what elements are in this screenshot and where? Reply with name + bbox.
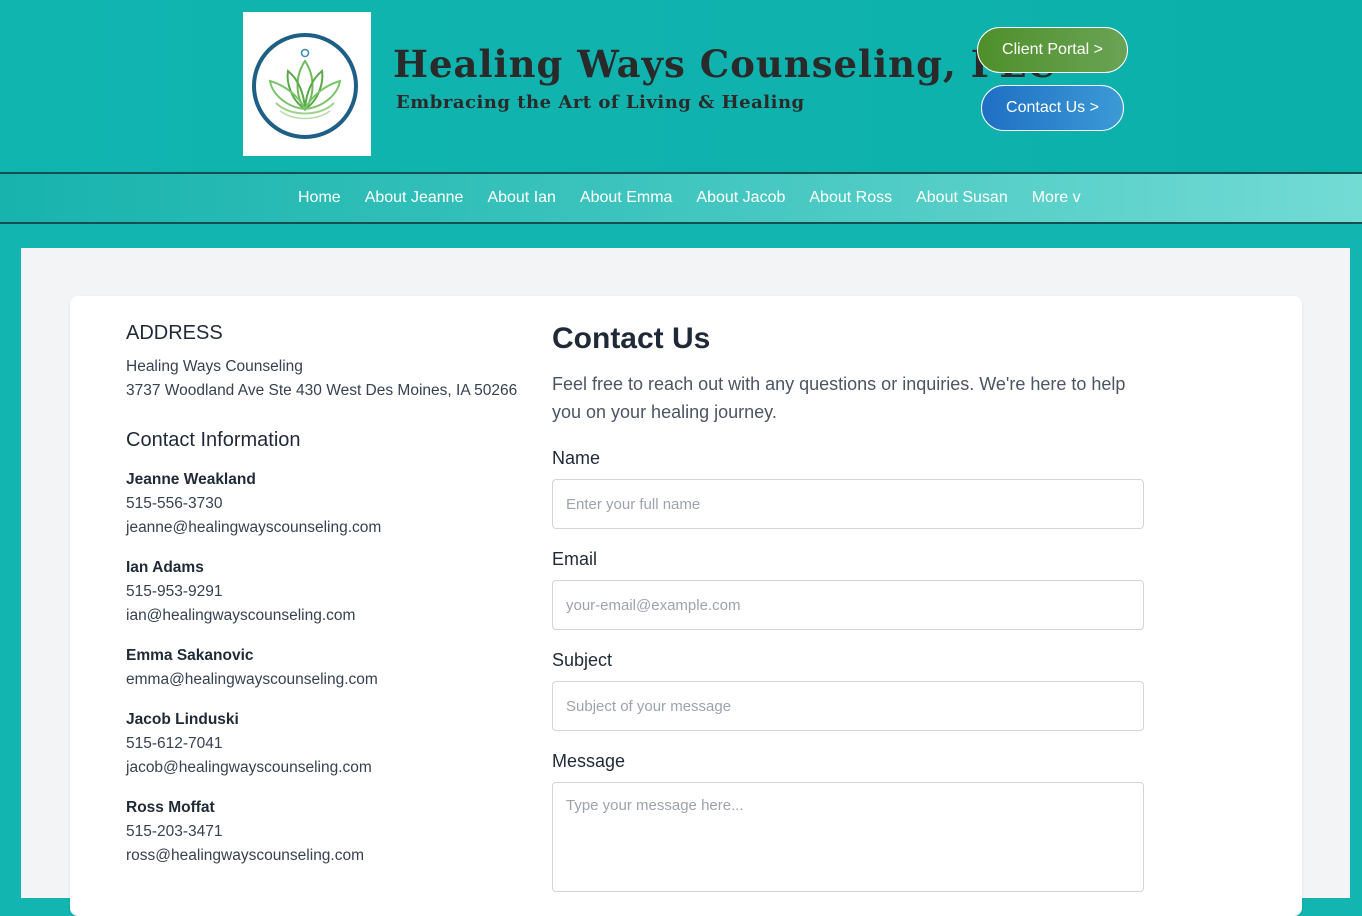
person-phone[interactable]: 515-556-3730 — [126, 492, 526, 516]
form-heading: Contact Us — [552, 322, 711, 355]
nav-item-about-emma[interactable]: About Emma — [580, 189, 672, 207]
name-input[interactable] — [552, 479, 1144, 529]
contact-info-heading: Contact Information — [126, 429, 301, 451]
contact-person: Ian Adams 515-953-9291 ian@healingwaysco… — [126, 556, 526, 628]
content-area: ADDRESS Healing Ways Counseling 3737 Woo… — [21, 248, 1350, 916]
client-portal-button[interactable]: Client Portal > — [977, 27, 1128, 73]
person-phone[interactable]: 515-612-7041 — [126, 732, 526, 756]
person-email[interactable]: ross@healingwayscounseling.com — [126, 844, 526, 868]
contact-form: Contact Us Feel free to reach out with a… — [552, 322, 1144, 892]
nav-item-about-jeanne[interactable]: About Jeanne — [365, 189, 464, 207]
person-name: Ian Adams — [126, 559, 204, 576]
address-name: Healing Ways Counseling — [126, 358, 303, 375]
site-tagline: Embracing the Art of Living & Healing — [396, 92, 805, 113]
form-intro: Feel free to reach out with any question… — [552, 374, 1126, 422]
contact-us-button[interactable]: Contact Us > — [981, 85, 1124, 131]
person-name: Jeanne Weakland — [126, 471, 256, 488]
lotus-logo-icon — [252, 33, 358, 139]
nav-item-about-jacob[interactable]: About Jacob — [696, 189, 785, 207]
message-textarea[interactable] — [552, 782, 1144, 892]
person-name: Jacob Linduski — [126, 711, 239, 728]
person-phone[interactable]: 515-953-9291 — [126, 580, 526, 604]
site-logo[interactable] — [243, 12, 371, 156]
person-email[interactable]: jacob@healingwayscounseling.com — [126, 756, 526, 780]
nav-item-home[interactable]: Home — [298, 189, 341, 207]
contact-details: ADDRESS Healing Ways Counseling 3737 Woo… — [126, 322, 526, 868]
name-label: Name — [552, 448, 601, 468]
nav-item-more[interactable]: More v — [1032, 189, 1081, 207]
contact-card: ADDRESS Healing Ways Counseling 3737 Woo… — [70, 296, 1302, 916]
person-name: Ross Moffat — [126, 799, 215, 816]
contact-person: Ross Moffat 515-203-3471 ross@healingway… — [126, 796, 526, 868]
subject-input[interactable] — [552, 681, 1144, 731]
person-name: Emma Sakanovic — [126, 647, 254, 664]
site-title: Healing Ways Counseling, PLC — [393, 42, 1057, 86]
person-email[interactable]: ian@healingwayscounseling.com — [126, 604, 526, 628]
email-input[interactable] — [552, 580, 1144, 630]
subject-label: Subject — [552, 650, 613, 670]
site-header: Healing Ways Counseling, PLC Embracing t… — [0, 0, 1362, 172]
contact-person: Emma Sakanovic emma@healingwayscounselin… — [126, 644, 526, 692]
person-phone[interactable]: 515-203-3471 — [126, 820, 526, 844]
contact-person: Jacob Linduski 515-612-7041 jacob@healin… — [126, 708, 526, 780]
message-label: Message — [552, 751, 626, 771]
main-nav: Home About Jeanne About Ian About Emma A… — [0, 172, 1362, 224]
nav-item-about-ross[interactable]: About Ross — [809, 189, 892, 207]
nav-item-about-susan[interactable]: About Susan — [916, 189, 1008, 207]
address-heading: ADDRESS — [126, 322, 223, 344]
address-street: 3737 Woodland Ave Ste 430 West Des Moine… — [126, 382, 518, 399]
email-label: Email — [552, 549, 598, 569]
contact-person: Jeanne Weakland 515-556-3730 jeanne@heal… — [126, 468, 526, 540]
nav-item-about-ian[interactable]: About Ian — [487, 189, 556, 207]
person-email[interactable]: jeanne@healingwayscounseling.com — [126, 516, 526, 540]
person-email[interactable]: emma@healingwayscounseling.com — [126, 668, 526, 692]
